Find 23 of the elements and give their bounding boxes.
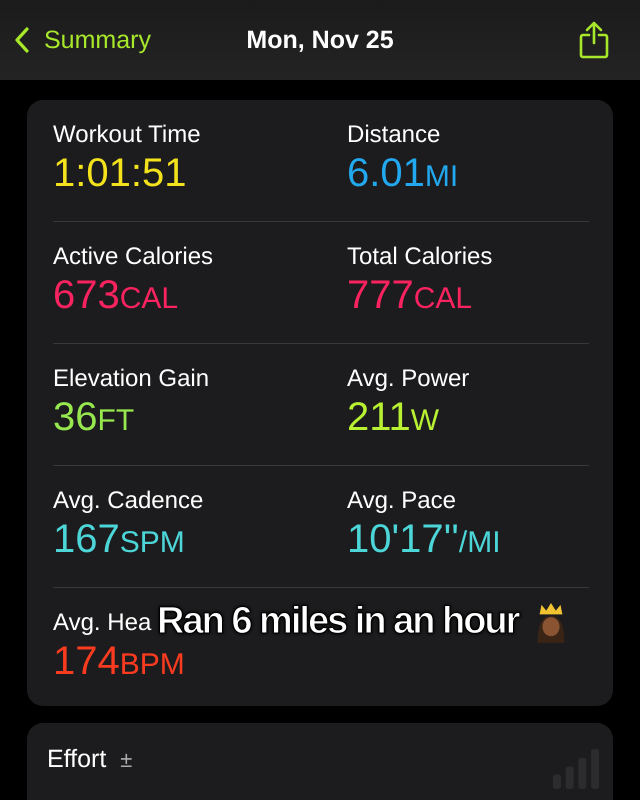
metric-label: Avg. Hea (53, 608, 152, 638)
metric-label: Active Calories (53, 242, 214, 272)
metric-value: 673CAL (53, 272, 180, 319)
metric-label: Elevation Gain (53, 364, 210, 394)
plus-minus-sign: ± (120, 746, 132, 772)
nav-title: Mon, Nov 25 (246, 26, 394, 54)
metric-value: 211W (347, 394, 440, 441)
metric-label: Distance (347, 120, 440, 150)
metric-label: Avg. Power (347, 364, 470, 394)
back-button[interactable]: Summary (14, 26, 151, 54)
effort-title: Effort (47, 745, 106, 774)
metric-label: Workout Time (53, 120, 201, 150)
metric-value: 10'17''/MI (347, 516, 502, 563)
metric-value: 167SPM (53, 516, 186, 563)
metric-label: Total Calories (347, 242, 492, 272)
metric-value: 777CAL (347, 272, 474, 319)
metric-value: 1:01:51 (53, 150, 188, 196)
metric-value: 6.01MI (347, 150, 460, 197)
chevron-left-icon (14, 26, 30, 54)
share-icon[interactable] (578, 21, 610, 59)
metric-label: Avg. Cadence (53, 486, 204, 516)
metric-label: Avg. Pace (347, 486, 456, 516)
metric-value: 36FT (53, 394, 136, 441)
